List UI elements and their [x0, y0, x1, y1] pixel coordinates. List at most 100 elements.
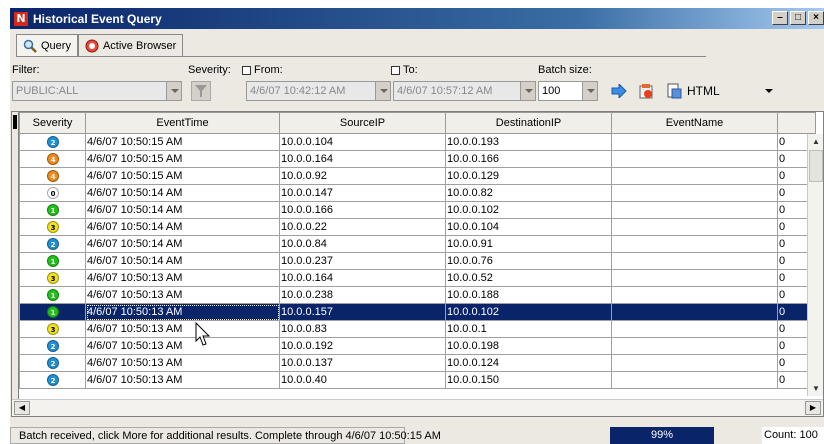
- severity-icon: 3: [47, 221, 59, 233]
- table-row[interactable]: 2 4/6/07 10:50:15 AM 10.0.0.104 10.0.0.193 0: [19, 133, 816, 151]
- funnel-icon[interactable]: [191, 81, 211, 101]
- minimize-button[interactable]: –: [772, 11, 788, 25]
- sourceip-cell: 10.0.0.22: [279, 218, 446, 236]
- to-label-group[interactable]: To:: [391, 64, 418, 76]
- to-datetime-combo[interactable]: 4/6/07 10:57:12 AM: [393, 81, 536, 101]
- batch-size-label: Batch size:: [538, 64, 592, 76]
- export-format-combo[interactable]: HTML: [666, 80, 776, 102]
- chevron-down-icon: [582, 82, 597, 100]
- from-label-group[interactable]: From:: [242, 64, 283, 76]
- destinationip-cell: 10.0.0.91: [445, 235, 612, 253]
- result-count: Count: 100: [762, 427, 824, 444]
- column-header-eventtime[interactable]: EventTime: [85, 112, 280, 134]
- results-table: Severity EventTime SourceIP DestinationI…: [19, 112, 816, 389]
- destinationip-cell: 10.0.0.124: [445, 354, 612, 372]
- scroll-left-icon[interactable]: ◀: [14, 401, 30, 415]
- column-header-destinationip[interactable]: DestinationIP: [445, 112, 612, 134]
- column-header-extra[interactable]: [777, 112, 816, 134]
- scroll-up-icon[interactable]: ▲: [808, 134, 823, 149]
- close-button[interactable]: ×: [808, 11, 824, 25]
- table-row[interactable]: 1 4/6/07 10:50:14 AM 10.0.0.166 10.0.0.102 0: [19, 201, 816, 219]
- eventname-cell: [611, 320, 778, 338]
- table-row[interactable]: 4 4/6/07 10:50:15 AM 10.0.0.92 10.0.0.129 0: [19, 167, 816, 185]
- table-row[interactable]: 2 4/6/07 10:50:13 AM 10.0.0.40 10.0.0.150 0: [19, 371, 816, 389]
- results-grid[interactable]: Severity EventTime SourceIP DestinationI…: [11, 111, 824, 417]
- scroll-right-icon[interactable]: ▶: [805, 401, 821, 415]
- sourceip-cell: 10.0.0.157: [279, 303, 446, 321]
- table-row[interactable]: 3 4/6/07 10:50:13 AM 10.0.0.83 10.0.0.1 0: [19, 320, 816, 338]
- table-row[interactable]: 2 4/6/07 10:50:13 AM 10.0.0.137 10.0.0.124 0: [19, 354, 816, 372]
- sourceip-cell: 10.0.0.164: [279, 150, 446, 168]
- batch-size-combo[interactable]: 100: [538, 81, 598, 101]
- to-checkbox[interactable]: [391, 65, 400, 75]
- chevron-down-icon[interactable]: [762, 82, 776, 100]
- eventname-cell: [611, 201, 778, 219]
- chevron-down-icon: [375, 82, 390, 100]
- eventname-cell: [611, 337, 778, 355]
- horizontal-scrollbar[interactable]: ◀ ▶: [12, 399, 823, 416]
- magnifier-icon: [23, 39, 37, 53]
- table-row[interactable]: 4 4/6/07 10:50:15 AM 10.0.0.164 10.0.0.166 0: [19, 150, 816, 168]
- destinationip-cell: 10.0.0.166: [445, 150, 612, 168]
- eventtime-cell: 4/6/07 10:50:15 AM: [85, 167, 280, 185]
- destinationip-cell: 10.0.0.150: [445, 371, 612, 389]
- status-message-box: Batch received, click More for additiona…: [10, 427, 441, 444]
- maximize-button[interactable]: □: [790, 11, 806, 25]
- run-query-button[interactable]: [608, 80, 630, 102]
- clear-results-button[interactable]: [635, 80, 657, 102]
- sourceip-cell: 10.0.0.40: [279, 371, 446, 389]
- severity-cell: 1: [19, 252, 86, 270]
- document-icon: [667, 83, 682, 99]
- sourceip-cell: 10.0.0.238: [279, 286, 446, 304]
- from-datetime-combo[interactable]: 4/6/07 10:42:12 AM: [246, 81, 391, 101]
- tab-query[interactable]: Query: [16, 34, 78, 56]
- destinationip-cell: 10.0.0.188: [445, 286, 612, 304]
- vertical-scrollbar[interactable]: ▲ ▼: [807, 134, 823, 396]
- tab-query-label: Query: [41, 39, 71, 52]
- eventtime-cell: 4/6/07 10:50:13 AM: [85, 286, 280, 304]
- eventtime-cell: 4/6/07 10:50:14 AM: [85, 252, 280, 270]
- eventtime-cell: 4/6/07 10:50:15 AM: [85, 150, 280, 168]
- eventname-cell: [611, 286, 778, 304]
- eventname-cell: [611, 133, 778, 151]
- eventtime-cell: 4/6/07 10:50:14 AM: [85, 235, 280, 253]
- table-row[interactable]: 2 4/6/07 10:50:14 AM 10.0.0.84 10.0.0.91 0: [19, 235, 816, 253]
- column-header-eventname[interactable]: EventName: [611, 112, 778, 134]
- column-header-severity[interactable]: Severity: [19, 112, 86, 134]
- query-panel: Query Active Browser Filter: PUBLIC:ALL …: [10, 29, 824, 444]
- destinationip-cell: 10.0.0.1: [445, 320, 612, 338]
- column-header-sourceip[interactable]: SourceIP: [279, 112, 446, 134]
- destinationip-cell: 10.0.0.52: [445, 269, 612, 287]
- table-row[interactable]: 2 4/6/07 10:50:13 AM 10.0.0.192 10.0.0.198 0: [19, 337, 816, 355]
- scroll-down-icon[interactable]: ▼: [808, 381, 823, 396]
- severity-cell: 0: [19, 184, 86, 202]
- severity-icon: 2: [47, 340, 59, 352]
- severity-cell: 3: [19, 218, 86, 236]
- severity-cell: 4: [19, 150, 86, 168]
- table-row[interactable]: 1 4/6/07 10:50:13 AM 10.0.0.157 10.0.0.102 0: [19, 303, 816, 321]
- table-row[interactable]: 3 4/6/07 10:50:14 AM 10.0.0.22 10.0.0.104 0: [19, 218, 816, 236]
- title-bar[interactable]: N Historical Event Query – □ ×: [10, 8, 824, 29]
- sourceip-cell: 10.0.0.92: [279, 167, 446, 185]
- severity-cell: 1: [19, 286, 86, 304]
- sourceip-cell: 10.0.0.84: [279, 235, 446, 253]
- vertical-scroll-thumb[interactable]: [809, 150, 823, 182]
- table-row[interactable]: 1 4/6/07 10:50:13 AM 10.0.0.238 10.0.0.188 0: [19, 286, 816, 304]
- table-row[interactable]: 0 4/6/07 10:50:14 AM 10.0.0.147 10.0.0.82 0: [19, 184, 816, 202]
- filter-combo[interactable]: PUBLIC:ALL: [12, 81, 182, 101]
- batch-size-value: 100: [542, 85, 561, 97]
- erase-icon: [639, 84, 653, 99]
- table-row[interactable]: 3 4/6/07 10:50:13 AM 10.0.0.164 10.0.0.52 0: [19, 269, 816, 287]
- eventname-cell: [611, 371, 778, 389]
- tab-active-browser-label: Active Browser: [102, 39, 177, 52]
- from-checkbox[interactable]: [242, 65, 251, 75]
- table-row[interactable]: 1 4/6/07 10:50:14 AM 10.0.0.237 10.0.0.76 0: [19, 252, 816, 270]
- eventtime-cell: 4/6/07 10:50:13 AM: [85, 354, 280, 372]
- sourceip-cell: 10.0.0.147: [279, 184, 446, 202]
- destinationip-cell: 10.0.0.198: [445, 337, 612, 355]
- tab-active-browser[interactable]: Active Browser: [77, 34, 184, 56]
- eventtime-cell: 4/6/07 10:50:13 AM: [85, 269, 280, 287]
- status-message: Batch received, click More for additiona…: [19, 429, 441, 442]
- severity-cell: 2: [19, 337, 86, 355]
- browser-icon: [85, 39, 99, 52]
